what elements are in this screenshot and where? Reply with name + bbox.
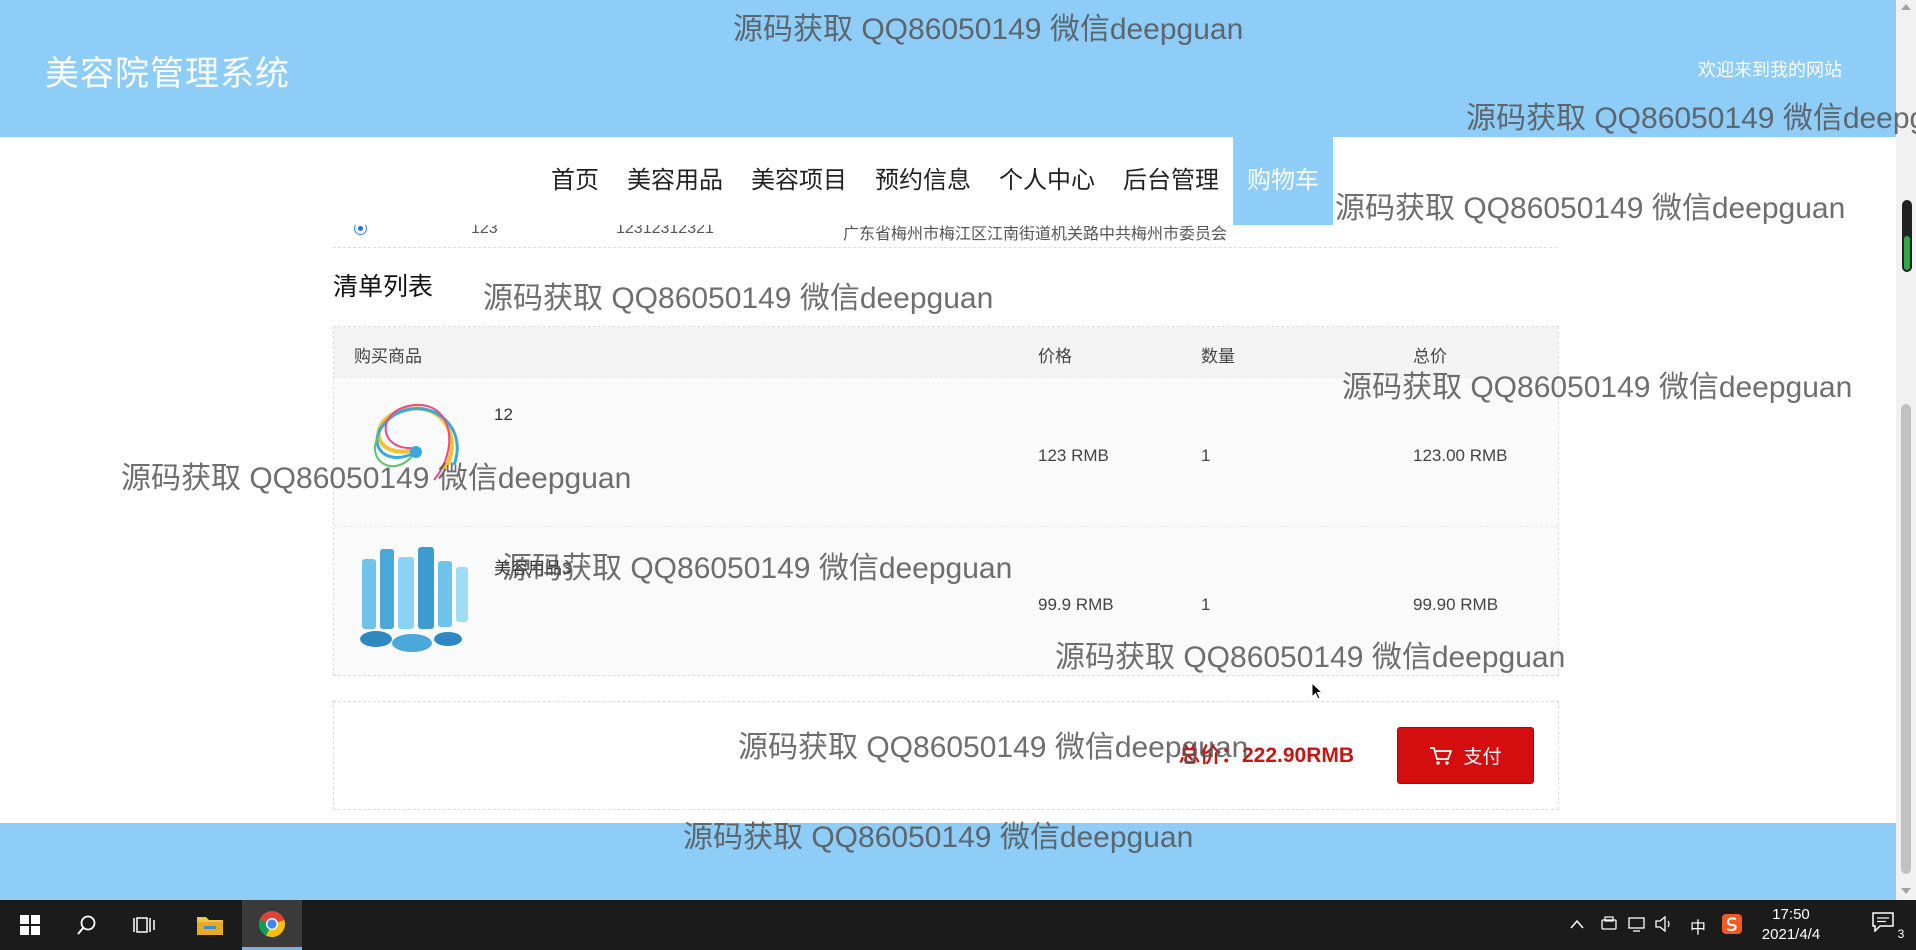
search-button[interactable]: [57, 900, 117, 950]
task-view-icon: [133, 917, 155, 933]
nav-item-beauty-products[interactable]: 美容用品: [613, 137, 737, 225]
table-header: 购买商品 价格 数量 总价: [334, 327, 1558, 377]
sogou-input-icon[interactable]: [1722, 914, 1742, 934]
volume-icon[interactable]: [1655, 916, 1673, 932]
product-name[interactable]: 12: [494, 405, 513, 425]
product-qty: 1: [1201, 595, 1211, 614]
mouse-cursor-icon: [1311, 682, 1323, 700]
cart-table: 购买商品 价格 数量 总价 12 123 RMB 1 123.00 RMB 美容…: [333, 326, 1559, 676]
col-qty: 数量: [1201, 347, 1235, 366]
search-icon: [77, 915, 96, 935]
notification-icon[interactable]: [1872, 912, 1894, 932]
address-phone: 12312312321: [616, 225, 714, 237]
table-row: 美容用品3 99.9 RMB 1 99.90 RMB: [334, 526, 1558, 675]
page-scrollbar[interactable]: [1896, 0, 1916, 900]
notification-count: 3: [1893, 926, 1909, 942]
cart-icon: [1430, 746, 1453, 765]
site-logo[interactable]: 美容院管理系统: [45, 46, 290, 95]
nav-item-profile[interactable]: 个人中心: [985, 137, 1109, 225]
product-total: 123.00 RMB: [1413, 446, 1508, 465]
clock-time: 17:50: [1772, 906, 1810, 923]
nav-item-cart[interactable]: 购物车: [1233, 137, 1333, 225]
scrollbar-thumb[interactable]: [1901, 404, 1911, 874]
welcome-text: 欢迎来到我的网站: [1698, 60, 1842, 81]
col-product: 购买商品: [354, 347, 422, 366]
main-nav: 首页 美容用品 美容项目 预约信息 个人中心 后台管理 购物车: [537, 137, 1333, 225]
product-price: 99.9 RMB: [1038, 595, 1114, 614]
nav-item-admin[interactable]: 后台管理: [1109, 137, 1233, 225]
product-image[interactable]: [354, 539, 474, 657]
watermark: 源码获取 QQ86050149 微信deepguan: [1335, 192, 1846, 225]
pay-button[interactable]: 支付: [1397, 727, 1534, 784]
network-icon[interactable]: [1628, 916, 1646, 932]
pay-button-label: 支付: [1463, 747, 1502, 768]
swirl-logo-image: [354, 390, 474, 508]
product-qty: 1: [1201, 446, 1211, 465]
col-total: 总价: [1413, 347, 1447, 366]
scroll-down-icon[interactable]: [1901, 888, 1911, 894]
usb-device-icon[interactable]: [1600, 916, 1618, 932]
col-price: 价格: [1038, 347, 1072, 366]
nav-item-beauty-projects[interactable]: 美容项目: [737, 137, 861, 225]
address-name: 123: [471, 225, 498, 237]
address-radio[interactable]: [354, 225, 367, 235]
address-row[interactable]: 123 12312312321 广东省梅州市梅江区江南街道机关路中共梅州市委员会: [333, 225, 1557, 248]
skincare-bottles-image: [354, 539, 474, 657]
product-image[interactable]: [354, 390, 474, 508]
table-row: 12 123 RMB 1 123.00 RMB: [334, 377, 1558, 526]
chrome-button[interactable]: [242, 900, 302, 950]
ime-indicator[interactable]: 中: [1690, 914, 1706, 938]
chevron-up-icon[interactable]: [1570, 919, 1584, 929]
start-button[interactable]: [0, 900, 60, 950]
order-summary: 总价：222.90RMB 支付: [333, 701, 1559, 810]
site-header: 美容院管理系统 欢迎来到我的网站: [0, 0, 1896, 137]
nav-item-home[interactable]: 首页: [537, 137, 613, 225]
windows-taskbar: 中 17:50 2021/4/4 3: [0, 900, 1916, 950]
product-total: 99.90 RMB: [1413, 595, 1499, 614]
list-title: 清单列表: [333, 273, 434, 301]
chrome-icon: [258, 910, 285, 937]
grand-total: 总价：222.90RMB: [1179, 744, 1355, 767]
site-footer: [0, 823, 1896, 900]
clock-date: 2021/4/4: [1761, 926, 1821, 943]
file-explorer-button[interactable]: [180, 900, 240, 950]
scroll-up-icon[interactable]: [1901, 4, 1911, 10]
address-text: 广东省梅州市梅江区江南街道机关路中共梅州市委员会: [843, 226, 1228, 243]
system-clock[interactable]: 17:50 2021/4/4: [1752, 905, 1830, 945]
product-price: 123 RMB: [1038, 446, 1109, 465]
extension-badge: [1902, 200, 1912, 272]
task-view-button[interactable]: [115, 900, 175, 950]
cart-content: 123 12312312321 广东省梅州市梅江区江南街道机关路中共梅州市委员会…: [0, 225, 1896, 823]
product-name[interactable]: 美容用品3: [494, 554, 571, 579]
nav-item-appointments[interactable]: 预约信息: [861, 137, 985, 225]
folder-icon: [197, 917, 223, 935]
windows-logo-icon: [20, 915, 40, 935]
